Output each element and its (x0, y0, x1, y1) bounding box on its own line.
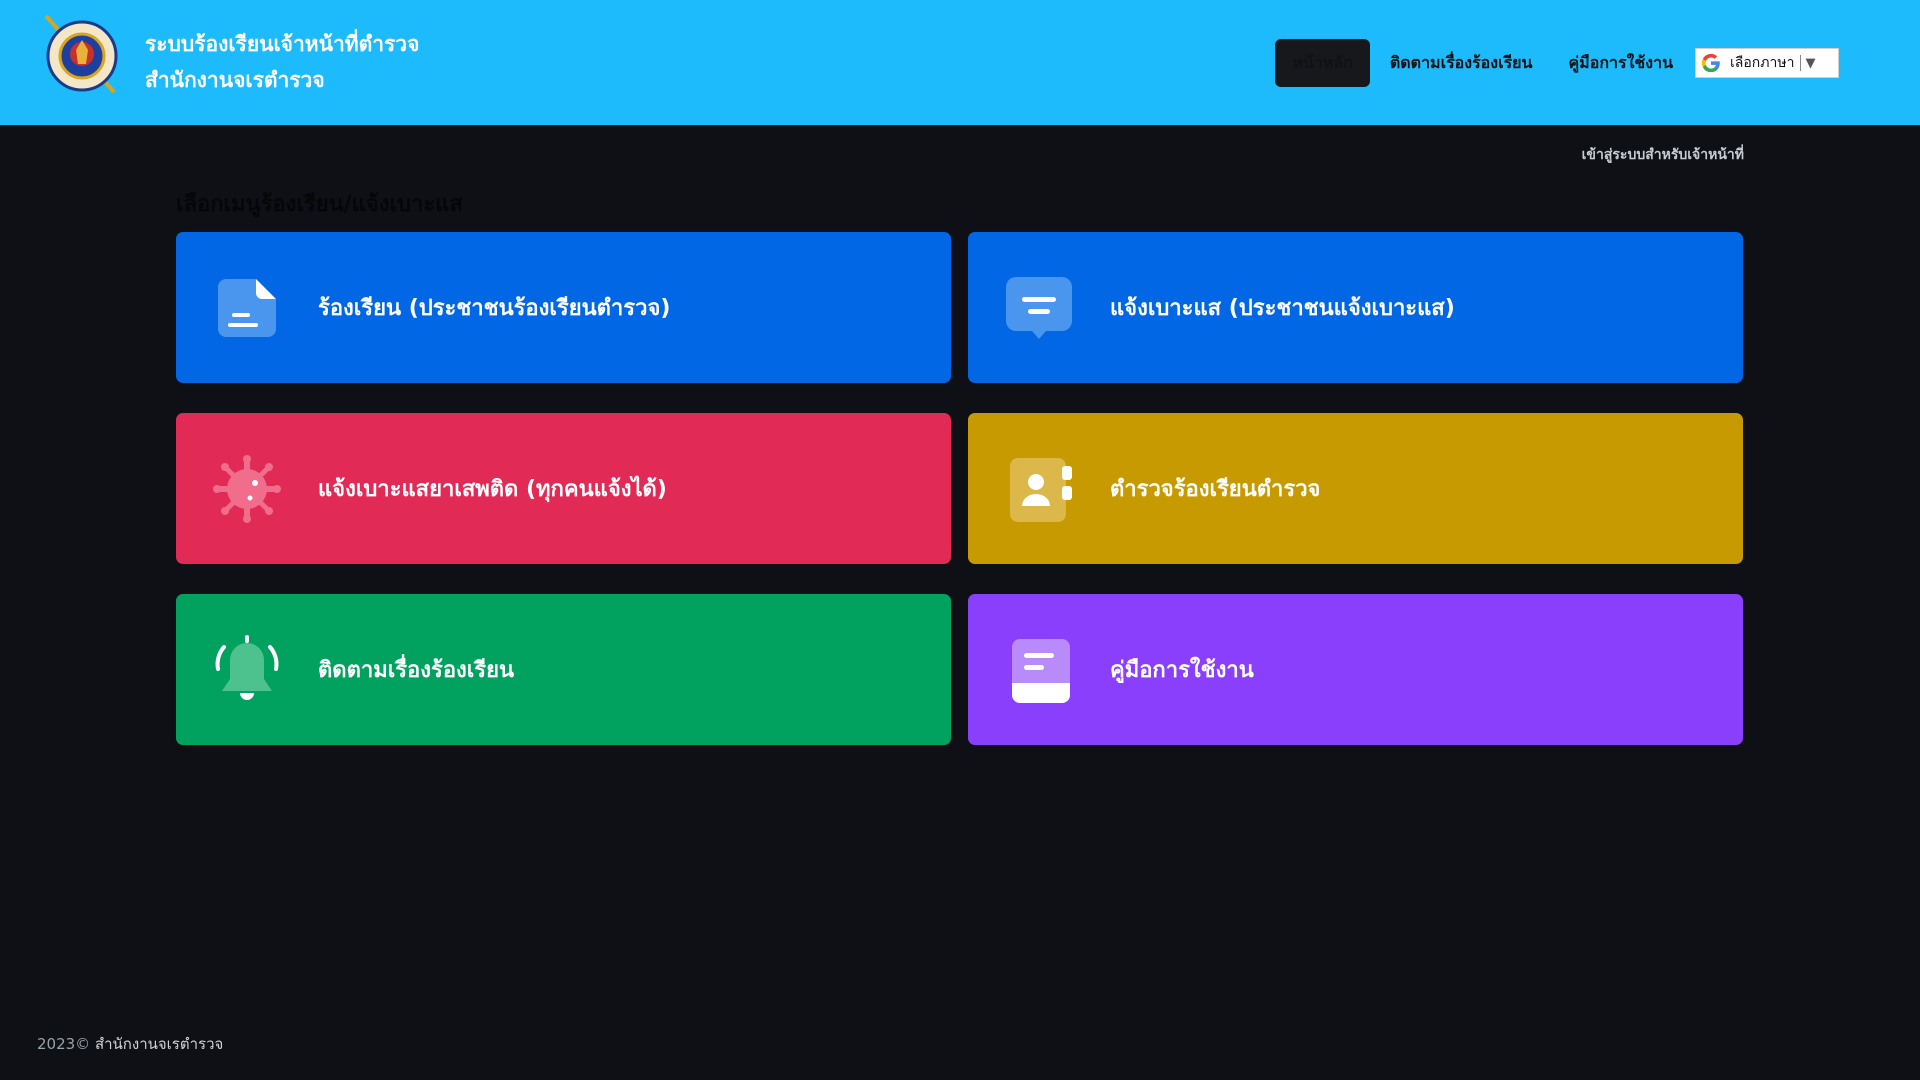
staff-login-link[interactable]: เข้าสู่ระบบสำหรับเจ้าหน้าที่ (1582, 144, 1744, 166)
chat-icon (1006, 277, 1072, 339)
book-icon (1012, 639, 1070, 703)
card-track-complaint[interactable]: ติดตามเรื่องร้องเรียน (176, 594, 951, 745)
footer-org: สำนักงานจเรตำรวจ (94, 1035, 224, 1053)
header-bar: ระบบร้องเรียนเจ้าหน้าที่ตำรวจ สำนักงานจเ… (0, 0, 1920, 125)
card-complaint[interactable]: ร้องเรียน (ประชาชนร้องเรียนตำรวจ) (176, 232, 951, 383)
section-title: เลือกเมนูร้องเรียน/แจ้งเบาะแส (176, 192, 463, 217)
nav-user-manual[interactable]: คู่มือการใช้งาน (1552, 39, 1689, 87)
card-drug-tip-off-label: แจ้งเบาะแสยาเสพติด (ทุกคนแจ้งได้) (318, 477, 667, 502)
card-police-complaint[interactable]: ตำรวจร้องเรียนตำรวจ (968, 413, 1743, 564)
nav-home[interactable]: หน้าหลัก (1275, 39, 1370, 87)
card-track-complaint-label: ติดตามเรื่องร้องเรียน (318, 658, 515, 683)
virus-icon (213, 455, 281, 523)
language-divider (1800, 55, 1802, 71)
card-police-complaint-label: ตำรวจร้องเรียนตำรวจ (1110, 477, 1321, 502)
card-tip-off[interactable]: แจ้งเบาะแส (ประชาชนแจ้งเบาะแส) (968, 232, 1743, 383)
main-nav: หน้าหลัก ติดตามเรื่องร้องเรียน คู่มือการ… (1271, 38, 1839, 88)
card-user-manual[interactable]: คู่มือการใช้งาน (968, 594, 1743, 745)
contact-book-icon (1010, 458, 1072, 522)
footer: 2023© สำนักงานจเรตำรวจ (37, 1032, 223, 1056)
card-user-manual-label: คู่มือการใช้งาน (1110, 658, 1254, 683)
site-title-line2: สำนักงานจเรตำรวจ (145, 68, 325, 92)
language-selector[interactable]: เลือกภาษา ▼ (1695, 48, 1839, 78)
site-title-line1: ระบบร้องเรียนเจ้าหน้าที่ตำรวจ (145, 32, 420, 56)
nav-track-complaint[interactable]: ติดตามเรื่องร้องเรียน (1374, 39, 1549, 87)
bell-icon (215, 635, 279, 700)
card-tip-off-label: แจ้งเบาะแส (ประชาชนแจ้งเบาะแส) (1110, 296, 1455, 321)
document-icon (218, 279, 276, 337)
police-emblem-logo[interactable] (40, 12, 124, 96)
card-drug-tip-off[interactable]: แจ้งเบาะแสยาเสพติด (ทุกคนแจ้งได้) (176, 413, 951, 564)
site-title: ระบบร้องเรียนเจ้าหน้าที่ตำรวจ สำนักงานจเ… (145, 26, 419, 98)
footer-year: 2023© (37, 1035, 91, 1053)
card-complaint-label: ร้องเรียน (ประชาชนร้องเรียนตำรวจ) (318, 296, 671, 321)
language-label: เลือกภาษา (1730, 55, 1795, 71)
google-icon (1701, 53, 1720, 73)
dropdown-arrow-icon: ▼ (1805, 55, 1816, 71)
